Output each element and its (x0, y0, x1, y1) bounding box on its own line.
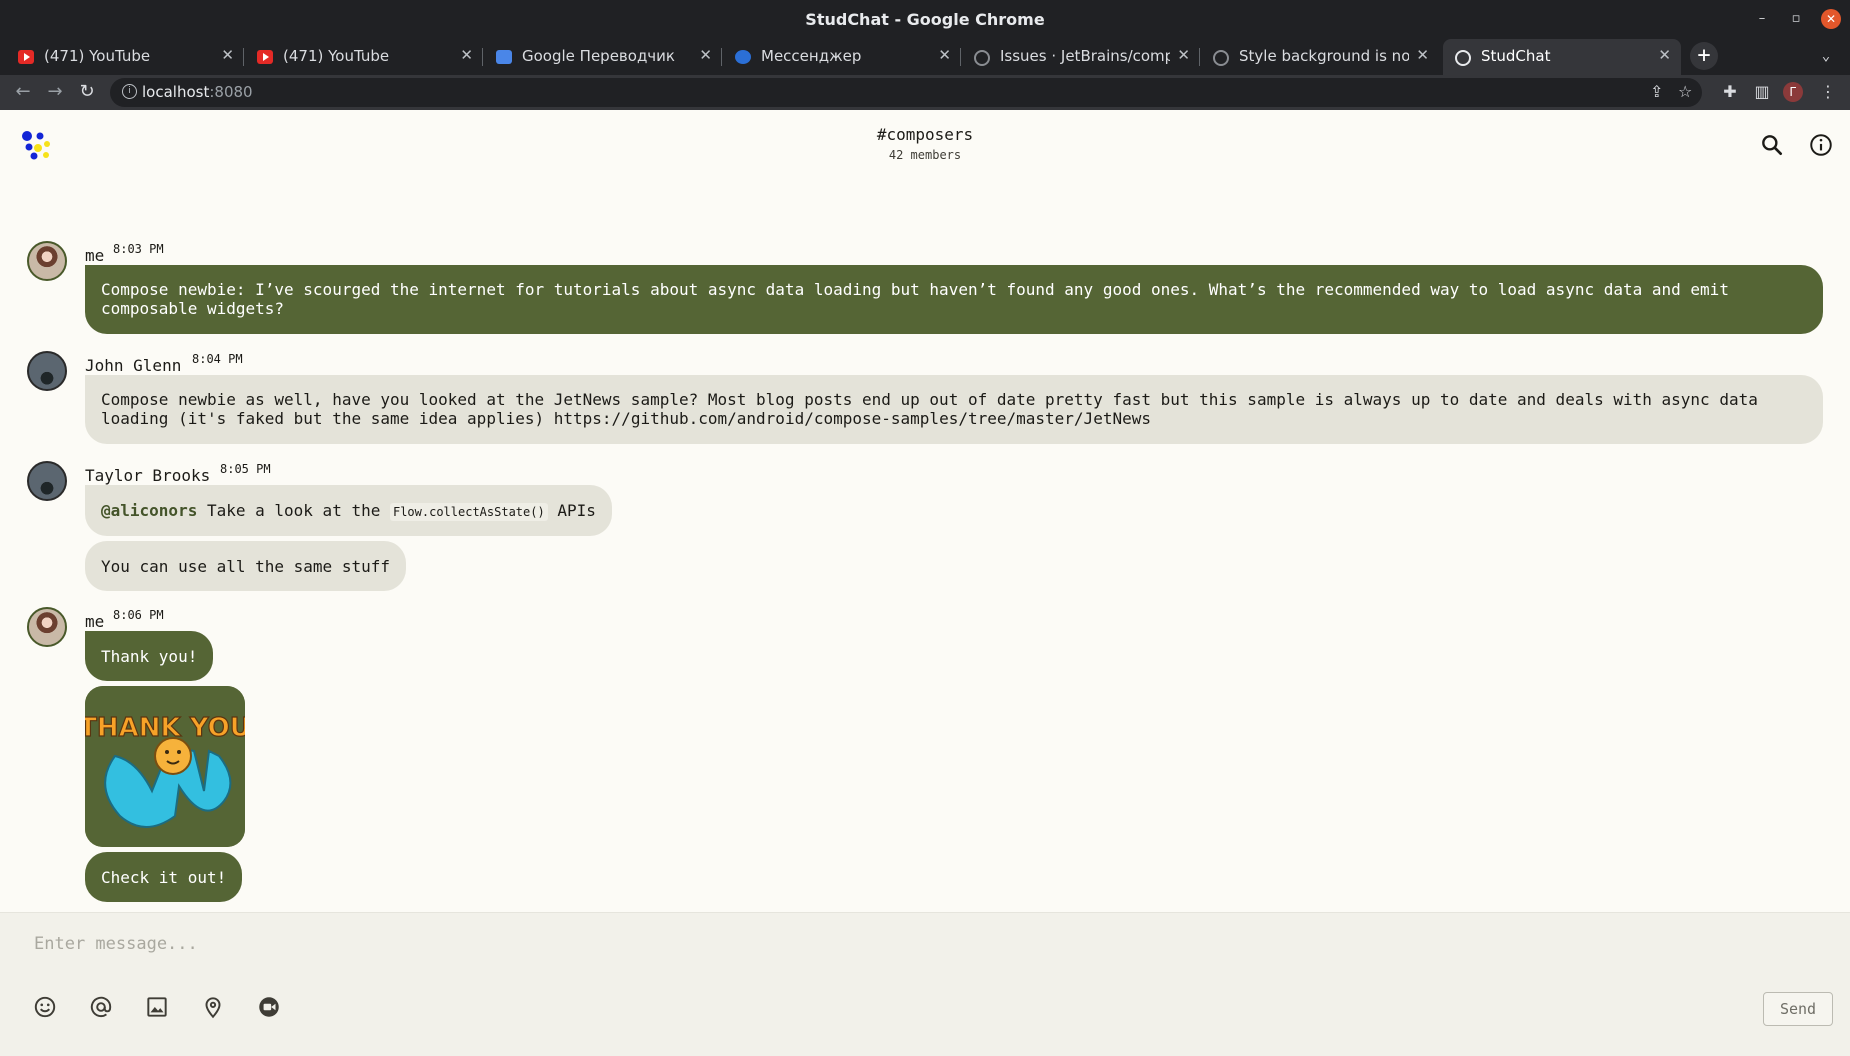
chat-app: #composers 42 members me 8:03 PM Compose… (0, 110, 1850, 1056)
message-author: Taylor Brooks (85, 466, 211, 485)
browser-tab[interactable]: Мессенджер ✕ (723, 39, 961, 75)
close-tab-icon[interactable]: ✕ (1177, 46, 1190, 64)
message-text: Take a look at the (197, 501, 390, 520)
browser-tab[interactable]: Google Переводчик ✕ (484, 39, 722, 75)
bookmark-star-icon[interactable]: ☆ (1678, 82, 1692, 101)
message-text: APIs (547, 501, 596, 520)
window-titlebar: StudChat - Google Chrome – ▫ ✕ (0, 0, 1850, 37)
message-time: 8:03 PM (113, 242, 164, 256)
side-panel-icon[interactable]: ▥ (1749, 79, 1775, 105)
tab-label: Issues · JetBrains/compose (1000, 47, 1170, 65)
message-bubble[interactable]: Thank you! (85, 631, 214, 681)
message-bubble[interactable]: Compose newbie as well, have you looked … (85, 375, 1823, 444)
inline-code: Flow.collectAsState() (389, 503, 548, 521)
tab-label: Style background is not applied (1239, 47, 1409, 65)
image-icon[interactable] (144, 994, 170, 1020)
mention-icon[interactable] (88, 994, 114, 1020)
browser-toolbar: ← → ↻ i localhost:8080 ⇪ ☆ ✚ ▥ Г ⋮ (0, 75, 1850, 110)
tab-strip: (471) YouTube ✕ (471) YouTube ✕ Google П… (0, 37, 1850, 75)
browser-tab-active[interactable]: StudChat ✕ (1443, 39, 1681, 75)
location-icon[interactable] (200, 994, 226, 1020)
message-link[interactable]: https://github.com/android/compose-sampl… (554, 409, 1151, 428)
tab-divider (482, 48, 483, 66)
globe-icon (1455, 50, 1471, 66)
message-author: me (85, 612, 105, 631)
github-icon (974, 50, 990, 66)
close-window-icon[interactable]: ✕ (1821, 9, 1841, 29)
tab-label: (471) YouTube (44, 47, 151, 65)
browser-tab[interactable]: Issues · JetBrains/compose ✕ (962, 39, 1200, 75)
maximize-icon[interactable]: ▫ (1786, 9, 1806, 29)
message-composer: Send (0, 912, 1850, 1056)
url-host: localhost (142, 83, 210, 101)
close-tab-icon[interactable]: ✕ (1658, 46, 1671, 64)
channel-member-count: 42 members (888, 148, 962, 162)
close-tab-icon[interactable]: ✕ (699, 46, 712, 64)
sticker-image[interactable]: THANK YOU (85, 686, 245, 847)
reload-icon[interactable]: ↻ (74, 79, 100, 105)
browser-tab[interactable]: (471) YouTube ✕ (6, 39, 244, 75)
site-info-icon[interactable]: i (122, 84, 137, 99)
tab-label: (471) YouTube (283, 47, 390, 65)
thank-you-sticker-icon: THANK YOU (85, 686, 245, 847)
message-bubble[interactable]: Check it out! (85, 852, 243, 902)
message-bubble[interactable]: Compose newbie: I’ve scourged the intern… (85, 265, 1823, 334)
window-title: StudChat - Google Chrome (805, 10, 1045, 29)
tab-search-icon[interactable]: ⌄ (1812, 42, 1840, 70)
youtube-icon (18, 50, 34, 64)
address-bar[interactable]: i localhost:8080 ⇪ ☆ (110, 78, 1702, 107)
avatar[interactable] (27, 351, 67, 391)
video-icon[interactable] (256, 994, 282, 1020)
extensions-icon[interactable]: ✚ (1717, 79, 1743, 105)
github-icon (1213, 50, 1229, 66)
close-tab-icon[interactable]: ✕ (1416, 46, 1429, 64)
new-tab-button[interactable]: + (1690, 42, 1718, 70)
share-icon[interactable]: ⇪ (1650, 82, 1663, 101)
sticker-text: THANK YOU (85, 713, 245, 743)
emoji-icon[interactable] (32, 994, 58, 1020)
avatar[interactable] (27, 461, 67, 501)
avatar[interactable] (27, 607, 67, 647)
close-tab-icon[interactable]: ✕ (460, 46, 473, 64)
message-author: John Glenn (85, 356, 182, 375)
message-input[interactable] (32, 933, 1536, 955)
message-time: 8:04 PM (192, 352, 243, 366)
tab-label: Мессенджер (761, 47, 862, 65)
browser-tab[interactable]: Style background is not applied ✕ (1201, 39, 1439, 75)
back-icon[interactable]: ← (10, 79, 36, 105)
tab-divider (243, 48, 244, 66)
message-bubble[interactable]: You can use all the same stuff (85, 541, 406, 591)
close-tab-icon[interactable]: ✕ (221, 46, 234, 64)
youtube-icon (257, 50, 273, 64)
message-time: 8:05 PM (220, 462, 271, 476)
tab-divider (960, 48, 961, 66)
channel-title: #composers (876, 125, 974, 144)
tab-label: StudChat (1481, 47, 1551, 65)
chrome-menu-icon[interactable]: ⋮ (1815, 79, 1841, 105)
tab-divider (721, 48, 722, 66)
send-button[interactable]: Send (1763, 992, 1833, 1026)
minimize-icon[interactable]: – (1752, 9, 1772, 29)
avatar[interactable] (27, 241, 67, 281)
browser-tab[interactable]: (471) YouTube ✕ (245, 39, 483, 75)
search-icon[interactable] (1759, 132, 1785, 158)
messenger-icon (735, 50, 751, 64)
url-port: :8080 (209, 83, 253, 101)
forward-icon[interactable]: → (42, 79, 68, 105)
address-url: localhost:8080 (142, 83, 253, 101)
message-time: 8:06 PM (113, 608, 164, 622)
google-translate-icon (496, 50, 512, 64)
tab-divider (1199, 48, 1200, 66)
user-mention[interactable]: @aliconors (101, 501, 197, 520)
profile-avatar[interactable]: Г (1783, 82, 1803, 102)
close-tab-icon[interactable]: ✕ (938, 46, 951, 64)
tab-label: Google Переводчик (522, 47, 675, 65)
message-bubble[interactable]: @aliconors Take a look at the Flow.colle… (85, 485, 612, 536)
message-author: me (85, 246, 105, 265)
info-icon[interactable] (1808, 132, 1834, 158)
